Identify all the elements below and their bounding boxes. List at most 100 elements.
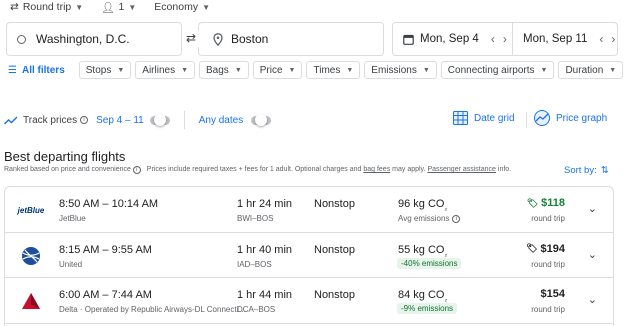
filter-chip-times[interactable]: Times ▼ [306,61,361,79]
price-graph-label: Price graph [556,112,608,124]
emissions-note-text: Avg emissions [398,214,450,223]
airline-logo-text: jetBlue [17,205,45,215]
results-subtitle: Ranked based on price and convenience i … [4,166,511,174]
chevron-down-icon: ▼ [234,66,242,74]
chevron-down-icon[interactable]: ⌄ [588,248,597,261]
depart-date-field[interactable]: Mon, Sep 4 ‹ › [393,23,513,55]
flight-row[interactable]: 6:00 AM – 7:44 AM Delta · Operated by Re… [5,278,613,324]
chevron-down-icon: ▼ [202,2,210,12]
chevron-down-icon: ▼ [117,66,125,74]
date-range-picker: Mon, Sep 4 ‹ › Mon, Sep 11 ‹ › [392,22,618,56]
chevron-down-icon: ▼ [540,66,548,74]
delta-widget-icon [22,293,40,309]
emissions-note: Avg emissions i [398,214,461,223]
flight-route: IAD–BOS [237,259,272,269]
prev-date-icon[interactable]: ‹ [491,32,495,46]
emissions-amount: 55 kg CO [398,243,445,256]
filter-chip-emissions[interactable]: Emissions ▼ [364,61,437,79]
flight-stops: Nonstop [314,243,355,256]
chevron-down-icon: ▼ [346,66,354,74]
filter-chip-connecting-airports[interactable]: Connecting airports ▼ [440,61,555,79]
passenger-assistance-link[interactable]: Passenger assistance [427,166,495,173]
chip-label: Duration [565,64,604,76]
return-date-value: Mon, Sep 11 [523,33,588,45]
origin-value: Washington, D.C. [36,32,130,46]
info-icon[interactable]: i [452,214,461,223]
emissions-value: 55 kg CO₂ [398,244,447,258]
emissions-value: 96 kg CO₂ [398,198,447,212]
all-filters-button[interactable]: ☰ All filters [8,65,65,76]
divider [526,112,527,128]
flight-times: 8:50 AM – 10:14 AM [59,198,159,210]
chevron-down-icon: ▼ [181,66,189,74]
filter-bar: ☰ All filters Stops ▼ Airlines ▼ Bags ▼ Pri… [8,61,624,79]
trip-type-select[interactable]: ⇄ Round trip ▼ [10,1,83,13]
chevron-down-icon: ▼ [609,66,617,74]
flight-duration: 1 hr 40 min [237,243,293,256]
swap-locations-button[interactable]: ⇄ [182,31,200,47]
chevron-down-icon: ▼ [128,2,137,12]
airline-name: Delta · Operated by Republic Airways-DL … [59,305,247,314]
filter-chip-duration[interactable]: Duration ▼ [558,61,624,79]
next-date-icon[interactable]: › [503,32,507,46]
flight-row[interactable]: jetBlue 8:50 AM – 10:14 AM JetBlue 1 hr … [5,187,613,233]
track-prices-toggle[interactable] [149,113,170,126]
sort-by-label: Sort by: [564,165,597,176]
origin-circle-icon [17,34,26,44]
flight-route: BWI–BOS [237,214,274,223]
prev-date-icon[interactable]: ‹ [599,32,603,46]
swap-arrows-icon: ⇄ [10,1,19,13]
bag-fees-link[interactable]: bag fees [363,166,390,173]
price-graph-button[interactable]: Price graph [533,110,607,126]
next-date-icon[interactable]: › [611,32,615,46]
origin-input[interactable]: Washington, D.C. [6,22,182,56]
emissions-subscript: ₂ [444,205,448,213]
flight-price: 🏷︎ $118 [527,197,565,209]
depart-date-value: Mon, Sep 4 [420,33,479,45]
person-icon: 👤︎ [101,1,115,14]
flight-results-list: jetBlue 8:50 AM – 10:14 AM JetBlue 1 hr … [4,186,614,326]
united-logo [19,245,43,267]
trip-type-note: round trip [531,214,565,223]
emissions-badge: -9% emissions [397,303,458,314]
sort-icon: ⇅ [600,165,609,176]
united-globe-icon [21,245,41,266]
cabin-label: Economy [154,1,199,13]
sort-by-button[interactable]: Sort by: ⇅ [564,165,609,176]
flight-stops: Nonstop [314,289,355,301]
passengers-select[interactable]: 👤︎ 1 ▼ [101,1,136,14]
chip-label: Stops [85,64,112,76]
chevron-down-icon[interactable]: ⌄ [588,202,597,215]
flight-stops: Nonstop [314,198,355,210]
chevron-down-icon[interactable]: ⌄ [588,293,597,306]
emissions-value: 84 kg CO₂ [398,289,447,303]
jetblue-logo: jetBlue [17,199,45,221]
filter-chip-price[interactable]: Price ▼ [252,61,303,79]
track-prices-label: Track prices [23,114,78,126]
price-graph-icon [534,110,550,126]
flight-row[interactable]: 8:15 AM – 9:55 AM United 1 hr 40 min IAD… [5,233,613,278]
destination-input[interactable]: Boston [198,22,384,56]
flight-price: $154 [541,288,565,300]
flight-times: 8:15 AM – 9:55 AM [59,243,152,256]
price-value: $118 [541,197,565,209]
emissions-amount: 96 kg CO [398,198,445,210]
cabin-select[interactable]: Economy ▼ [154,1,210,13]
chevron-down-icon: ▼ [422,66,430,74]
destination-value: Boston [231,32,269,46]
filter-chip-bags[interactable]: Bags ▼ [199,61,249,79]
price-value: $194 [540,242,565,255]
trip-type-note: round trip [531,305,565,314]
return-date-field[interactable]: Mon, Sep 11 ‹ › [513,23,615,55]
info-icon[interactable]: i [132,166,141,174]
chip-label: Price [259,64,283,76]
chevron-down-icon: ▼ [288,66,296,74]
chevron-down-icon: ▼ [75,2,84,12]
date-grid-button[interactable]: Date grid [453,111,515,125]
filter-chip-airlines[interactable]: Airlines ▼ [135,61,196,79]
any-dates-toggle[interactable] [251,113,272,126]
filter-chip-stops[interactable]: Stops ▼ [78,61,132,79]
date-grid-icon [453,111,468,125]
price-drop-icon: 🏷︎ [526,243,538,253]
info-icon[interactable]: i [80,116,89,124]
